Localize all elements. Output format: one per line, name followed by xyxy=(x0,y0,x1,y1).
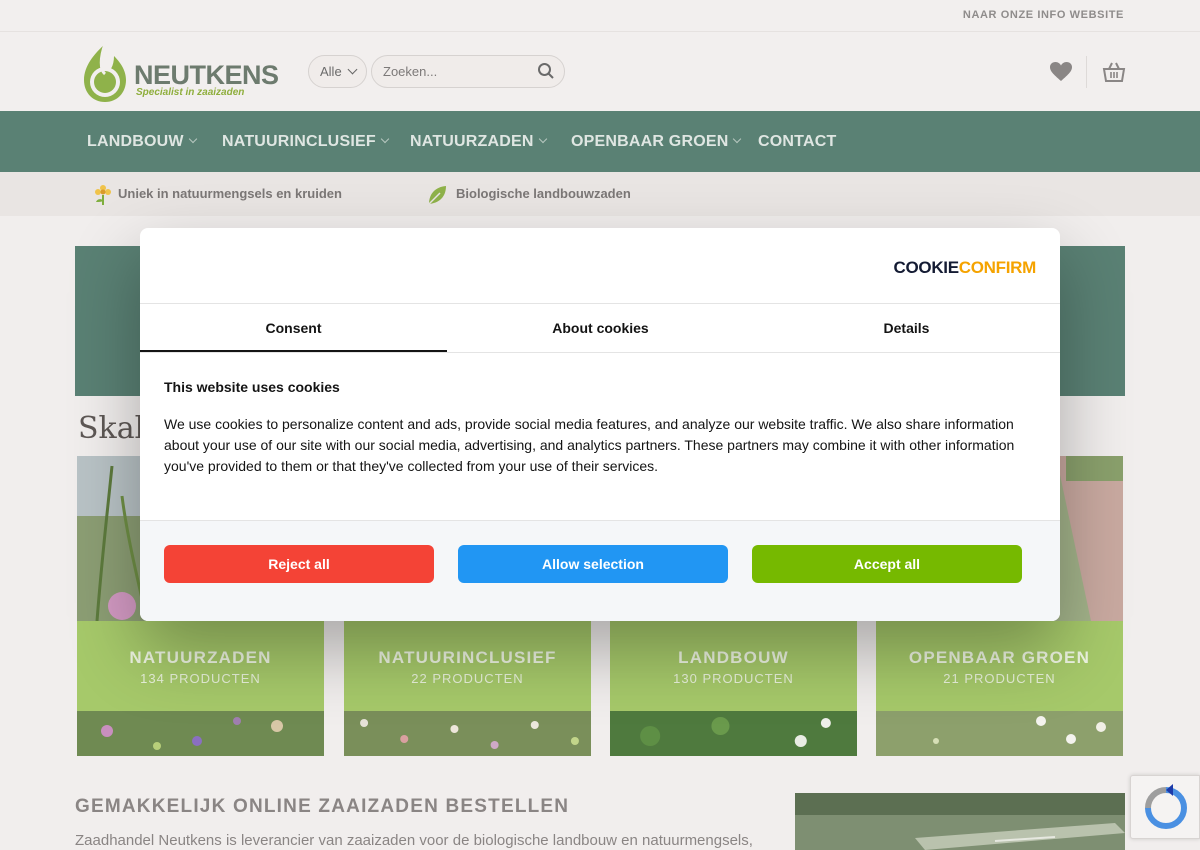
logo-part-cookie: COOKIE xyxy=(893,258,960,277)
accept-all-button[interactable]: Accept all xyxy=(752,545,1022,583)
tab-consent[interactable]: Consent xyxy=(140,304,447,352)
tab-label: Consent xyxy=(265,320,322,336)
logo-part-confirm: CONFIRM xyxy=(958,258,1037,277)
allow-selection-button[interactable]: Allow selection xyxy=(458,545,728,583)
cookie-overlay: COOKIECONFIRM Consent About cookies Deta… xyxy=(0,0,1200,850)
cookie-dialog: COOKIECONFIRM Consent About cookies Deta… xyxy=(140,228,1060,621)
dialog-body: We use cookies to personalize content an… xyxy=(164,416,1015,474)
reject-all-button[interactable]: Reject all xyxy=(164,545,434,583)
tab-label: Details xyxy=(883,320,930,336)
cookieconfirm-logo: COOKIECONFIRM xyxy=(894,258,1037,278)
tab-about-cookies[interactable]: About cookies xyxy=(447,304,754,352)
tab-label: About cookies xyxy=(552,320,649,336)
tab-details[interactable]: Details xyxy=(753,304,1060,352)
tabs-divider xyxy=(140,352,1060,353)
dialog-footer: Reject all Allow selection Accept all xyxy=(140,520,1060,621)
dialog-title: This website uses cookies xyxy=(164,379,340,395)
